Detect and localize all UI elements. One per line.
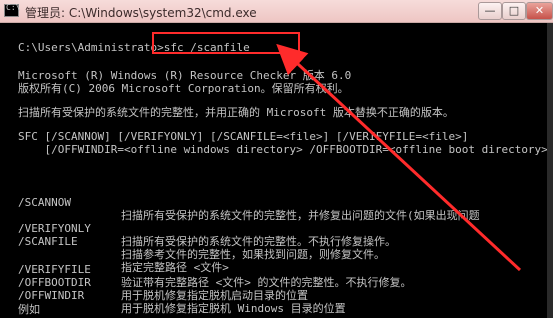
cmd-window: 管理员: C:\Windows\system32\cmd.exe — □ ✕ C… xyxy=(0,0,553,318)
prompt-path: C:\Users\Administrato xyxy=(18,41,158,54)
usage-line-2: [/OFFWINDIR=<offline windows directory> … xyxy=(18,143,553,156)
option-name: /SCANNOW xyxy=(18,196,71,209)
option-desc: 扫描所有受保护的系统文件的完整性，并修复出问题的文件(如果出现问题 xyxy=(121,209,480,222)
vertical-scrollbar[interactable] xyxy=(547,23,553,318)
command-highlight-box xyxy=(152,32,300,54)
description-line: 扫描所有受保护的系统文件的完整性，并用正确的 Microsoft 版本替换不正确… xyxy=(18,106,454,119)
header-line-1: Microsoft (R) Windows (R) Resource Check… xyxy=(18,69,352,82)
usage-line-1: SFC [/SCANNOW] [/VERIFYONLY] [/SCANFILE=… xyxy=(18,130,469,143)
option-desc: 指定完整路径 <文件> xyxy=(121,261,229,274)
option-name: /OFFWINDIR xyxy=(18,289,85,302)
option-desc: 扫描所有受保护的系统文件的完整性。不执行修复操作。 xyxy=(121,235,396,248)
window-title: 管理员: C:\Windows\system32\cmd.exe xyxy=(25,6,257,20)
option-desc: 扫描参考文件的完整性，如果找到问题，则修复文件。 xyxy=(121,248,385,261)
title-bar[interactable]: 管理员: C:\Windows\system32\cmd.exe — □ ✕ xyxy=(0,0,553,23)
minimize-button[interactable]: — xyxy=(478,2,502,20)
option-desc: 用于脱机修复指定脱机 Windows 目录的位置 xyxy=(121,302,346,315)
footer-line: 例如 xyxy=(18,303,40,316)
header-line-2: 版权所有(C) 2006 Microsoft Corporation。保留所有权… xyxy=(18,82,349,95)
option-desc: 验证带有完整路径 <文件> 的文件的完整性。不执行修复。 xyxy=(121,276,412,289)
close-button[interactable]: ✕ xyxy=(526,2,553,20)
maximize-button[interactable]: □ xyxy=(502,2,526,20)
option-desc: 用于脱机修复指定脱机启动目录的位置 xyxy=(121,289,308,302)
cmd-icon[interactable] xyxy=(4,3,20,17)
console-output[interactable]: C:\Users\Administrato>sfc /scanfile Micr… xyxy=(0,23,553,318)
